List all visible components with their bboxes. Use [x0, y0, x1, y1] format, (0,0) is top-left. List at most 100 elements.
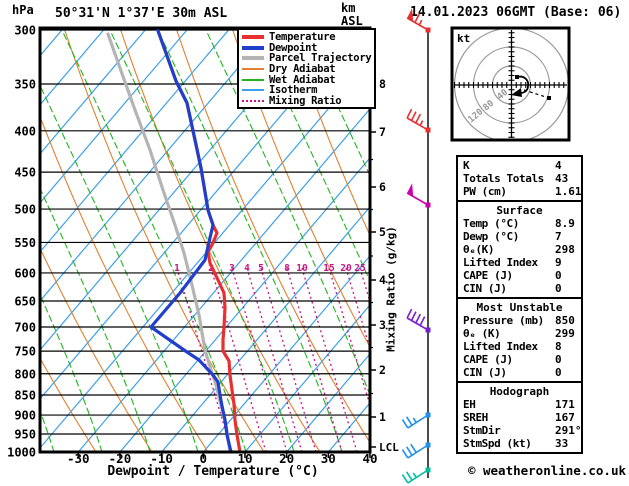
panel-row-label: K	[463, 159, 470, 172]
panel-row-label: Dewp (°C)	[463, 230, 520, 243]
pressure-tick-label: 800	[14, 367, 36, 381]
pressure-tick-label: 850	[14, 389, 36, 403]
wind-barb	[406, 183, 431, 208]
panel-row-value: 43	[555, 172, 569, 185]
panel-row-value: 9	[555, 256, 562, 269]
pressure-tick-label: 500	[14, 203, 36, 217]
copyright-label: © weatheronline.co.uk	[467, 463, 626, 478]
mixing-ratio-label: 1	[174, 263, 180, 274]
panel-row-value: 1.61	[555, 185, 582, 198]
panel-row-value: 7	[555, 230, 562, 243]
panel-row-label: PW (cm)	[463, 185, 507, 198]
stats-panel: K 4 Totals Totals 43 PW (cm) 1.61 Surface Temp …	[456, 155, 583, 454]
panel-box-title: Surface	[496, 204, 543, 217]
panel-box-title: Most Unstable	[476, 301, 563, 314]
panel-row-value: 298	[555, 243, 575, 256]
panel-row: StmDir 291°	[458, 424, 582, 437]
panel-row: Lifted Index 8	[458, 340, 581, 353]
km-tick-label: 6	[379, 180, 386, 194]
lcl-label: LCL	[379, 441, 399, 454]
wind-barb	[406, 108, 431, 133]
panel-row: SREH 167	[458, 411, 581, 424]
dewpoint-curve	[149, 28, 233, 452]
mixing-ratio-label: 5	[258, 263, 264, 274]
pressure-tick-label: 900	[14, 409, 36, 423]
legend-label: Mixing Ratio	[269, 94, 342, 107]
panel-row: PW (cm) 1.61	[458, 185, 582, 198]
panel-row-value: 850	[555, 314, 575, 327]
panel-row-label: CIN (J)	[463, 282, 507, 295]
panel-box-most-unstable: Most Unstable Pressure (mb) 850 θₑ (K) 299 Li…	[456, 297, 583, 383]
panel-row-value: 33	[555, 437, 569, 450]
panel-row-label: Lifted Index	[463, 256, 538, 269]
mixing-ratio-label: 8	[284, 263, 290, 274]
panel-row: CIN (J) 0	[458, 366, 581, 379]
panel-row: K4	[458, 159, 581, 172]
pressure-tick-label: 550	[14, 236, 36, 250]
mixing-ratio-label: 20	[340, 263, 352, 274]
pressure-tick-label: 450	[14, 166, 36, 180]
km-tick-label: 7	[379, 125, 386, 139]
panel-row-label: θₑ(K)	[463, 243, 495, 256]
legend-swatch-thick	[242, 45, 264, 50]
panel-row: Dewp (°C) 7	[458, 230, 581, 243]
legend-item: Mixing Ratio	[239, 94, 374, 107]
legend-swatch-dotted	[242, 99, 264, 102]
panel-row-label: Temp (°C)	[463, 217, 520, 230]
panel-row: Lifted Index 9	[458, 256, 581, 269]
mixing-ratio-label: 25	[354, 263, 366, 274]
panel-box-indices: K 4 Totals Totals 43 PW (cm) 1.61	[456, 155, 583, 202]
panel-row: CIN (J) 0	[458, 282, 581, 295]
mixing-ratio-axis-label: Mixing Ratio (g/kg)	[384, 226, 398, 352]
pressure-tick-label: 600	[14, 266, 36, 280]
panel-row-label: θₑ (K)	[463, 327, 501, 340]
legend-swatch-thin	[242, 68, 264, 71]
panel-row: Totals Totals 43	[458, 172, 581, 185]
panel-row: Temp (°C) 8.9	[458, 217, 581, 230]
panel-row-label: CAPE (J)	[463, 353, 513, 366]
pressure-tick-label: 1000	[7, 445, 36, 459]
km-tick-label: 1	[379, 410, 386, 424]
legend-swatch-thin	[242, 89, 264, 92]
wind-barb-column	[401, 8, 431, 484]
pressure-tick-label: 700	[14, 320, 36, 334]
panel-box-surface: Surface Temp (°C) 8.9 Dewp (°C) 7 θₑ(K) 298 Lif…	[456, 200, 583, 299]
pressure-tick-label: 300	[14, 24, 36, 38]
panel-box-hodograph: Hodograph EH 171 SREH 167 StmDir 291° StmSpd (k…	[456, 381, 583, 454]
km-tick-label: 8	[379, 77, 386, 91]
panel-row: EH 171	[458, 398, 581, 411]
legend-swatch-thick	[242, 35, 264, 40]
panel-row-value: 0	[555, 366, 562, 379]
legend-swatch-thin	[242, 78, 264, 81]
hodograph-unit-label: kt	[457, 32, 470, 45]
mixing-ratio-label: 15	[323, 263, 335, 274]
chart-legend: Temperature Dewpoint Parcel Trajectory Dry …	[237, 28, 376, 110]
km-tick-label: 2	[379, 363, 386, 377]
wind-barb	[401, 442, 431, 459]
panel-row-label: StmSpd (kt)	[463, 437, 532, 450]
panel-row-label: SREH	[463, 411, 488, 424]
panel-row-value: 4	[555, 159, 562, 172]
mixing-ratio-label: 4	[244, 263, 250, 274]
pressure-tick-label: 950	[14, 428, 36, 442]
panel-row-label: EH	[463, 398, 476, 411]
panel-row-label: CIN (J)	[463, 366, 507, 379]
panel-row-value: 0	[555, 269, 562, 282]
wind-barb	[401, 412, 431, 429]
panel-row: CAPE (J) 0	[458, 269, 581, 282]
panel-row-value: 0	[555, 282, 562, 295]
panel-row: θₑ(K) 298	[458, 243, 581, 256]
panel-row: Pressure (mb) 850	[458, 314, 581, 327]
wind-barb	[406, 308, 431, 333]
panel-row-value: 167	[555, 411, 575, 424]
panel-row-value: 291°	[555, 424, 582, 437]
panel-row-label: Lifted Index	[463, 340, 538, 353]
panel-row-value: 8	[555, 340, 562, 353]
wind-barb	[406, 8, 431, 33]
panel-row-label: StmDir	[463, 424, 501, 437]
x-axis-label: Dewpoint / Temperature (°C)	[107, 464, 319, 479]
panel-row-label: Pressure (mb)	[463, 314, 544, 327]
skewt-sounding-page: 300 350 400 450 500 550 600 650 700 750 800 850 900 9…	[0, 0, 629, 486]
panel-row-label: Totals Totals	[463, 172, 544, 185]
panel-box-title: Hodograph	[489, 385, 550, 398]
